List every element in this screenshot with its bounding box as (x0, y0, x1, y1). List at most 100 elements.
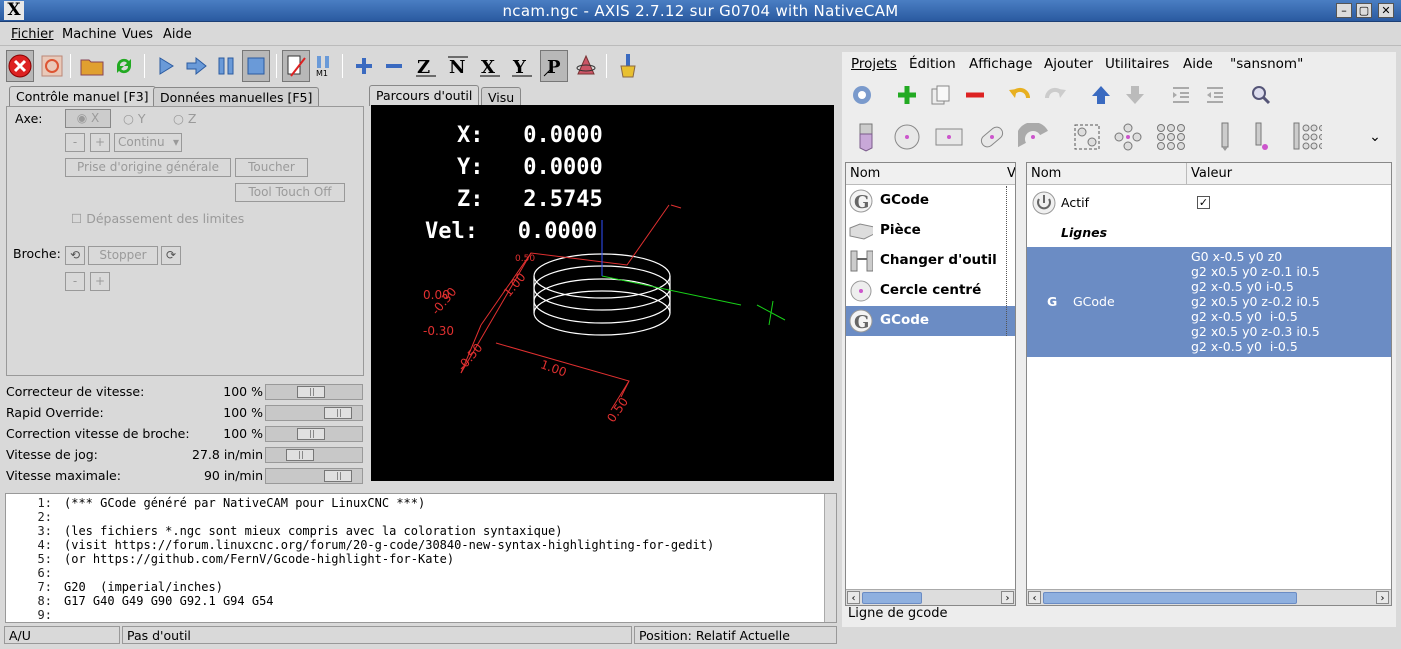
menu-machine[interactable]: Machine (62, 27, 116, 42)
props-header-value[interactable]: Valeur (1187, 163, 1391, 185)
jog-plus-button[interactable]: + (90, 133, 110, 152)
tree-item-piece[interactable]: Pièce (846, 216, 1015, 246)
axis-x-radio[interactable]: ◉ X (65, 109, 111, 128)
spindle-plus-button[interactable]: + (90, 272, 110, 291)
power-button[interactable] (38, 50, 66, 82)
close-button[interactable]: ✕ (1378, 3, 1394, 18)
drill-point-button[interactable] (1246, 122, 1276, 152)
spindle-minus-button[interactable]: - (65, 272, 85, 291)
jog-mode-select[interactable]: Continu ▾ (114, 133, 182, 152)
tree-item-tool-change[interactable]: Changer d'outil (846, 246, 1015, 276)
delete-button[interactable] (960, 80, 990, 110)
gcode-text-area[interactable]: 1: (*** GCode généré par NativeCAM pour L… (5, 493, 837, 623)
pause-button[interactable] (212, 50, 240, 82)
ncam-menu-projets[interactable]: Projets (851, 56, 897, 72)
slider-knob[interactable] (297, 386, 325, 398)
grid-pattern-button[interactable] (1156, 122, 1186, 152)
properties-table[interactable]: Nom Valeur Actif ✓ Lignes G GCode G0 x-0… (1026, 162, 1392, 606)
estop-button[interactable] (6, 50, 34, 82)
override-slider[interactable] (265, 468, 363, 484)
redo-button[interactable] (1040, 80, 1070, 110)
tree-header-v[interactable]: V (1006, 163, 1015, 185)
override-slider[interactable] (265, 405, 363, 421)
slider-knob[interactable] (324, 470, 352, 482)
tree-item-gcode[interactable]: G GCode (846, 186, 1015, 216)
menu-fichier[interactable]: Fichier (11, 27, 54, 42)
props-hscroll[interactable]: ‹ › (1027, 589, 1391, 605)
tab-manual-control[interactable]: Contrôle manuel [F3] (9, 86, 156, 107)
slot-button[interactable] (977, 122, 1007, 152)
view-z2-button[interactable]: N (444, 50, 472, 82)
ncam-menu-ajouter[interactable]: Ajouter (1044, 56, 1093, 72)
spindle-ccw-button[interactable]: ⟲ (65, 246, 85, 265)
drill-button[interactable] (1210, 122, 1240, 152)
unindent-button[interactable] (1200, 80, 1230, 110)
slider-knob[interactable] (286, 449, 314, 461)
tree-item-gcode-selected[interactable]: G GCode (846, 306, 1015, 336)
override-slider[interactable] (265, 384, 363, 400)
axis-z-radio[interactable]: ○ Z (173, 111, 196, 126)
tool-touch-off-button[interactable]: Tool Touch Off (235, 183, 345, 202)
actif-checkbox[interactable]: ✓ (1197, 196, 1210, 209)
view-z-button[interactable]: Z (412, 50, 440, 82)
rectangle-button[interactable] (934, 122, 964, 152)
circle-button[interactable] (892, 122, 922, 152)
menu-vues[interactable]: Vues (122, 27, 153, 42)
arc-button[interactable] (1018, 122, 1048, 152)
minimize-button[interactable]: – (1336, 3, 1352, 18)
undo-button[interactable] (1005, 80, 1035, 110)
zoom-out-button[interactable] (380, 50, 408, 82)
optional-stop-button[interactable]: M1 (310, 50, 338, 82)
ncam-menu-utilitaires[interactable]: Utilitaires (1105, 56, 1169, 72)
spindle-cw-button[interactable]: ⟳ (161, 246, 181, 265)
jog-minus-button[interactable]: - (65, 133, 85, 152)
spindle-stop-button[interactable]: Stopper (88, 246, 158, 265)
tool-button[interactable] (851, 122, 881, 152)
block-delete-button[interactable] (282, 50, 310, 82)
toolpath-preview[interactable]: X: 0.0000 Y: 0.0000 Z: 2.5745 Vel: 0.000… (371, 105, 834, 481)
tab-visu[interactable]: Visu (481, 87, 522, 107)
move-up-button[interactable] (1086, 80, 1116, 110)
view-x-button[interactable]: X (476, 50, 504, 82)
drill-matrix-button[interactable] (1292, 122, 1322, 152)
more-tools-button[interactable]: ⌄ (1360, 122, 1390, 152)
clear-plot-button[interactable] (614, 50, 642, 82)
step-button[interactable] (182, 50, 210, 82)
tree-hscroll-thumb[interactable] (862, 592, 922, 604)
ncam-menu-aide[interactable]: Aide (1183, 56, 1213, 72)
tree-hscroll[interactable]: ‹ › (846, 589, 1015, 605)
props-header-name[interactable]: Nom (1027, 163, 1187, 185)
tab-mdi[interactable]: Données manuelles [F5] (153, 87, 320, 107)
slider-knob[interactable] (324, 407, 352, 419)
home-all-button[interactable]: Prise d'origine générale (65, 158, 231, 177)
scroll-left-icon[interactable]: ‹ (1028, 591, 1041, 604)
zoom-in-button[interactable] (350, 50, 378, 82)
run-button[interactable] (152, 50, 180, 82)
ncam-menu-edition[interactable]: Édition (909, 56, 956, 72)
scroll-right-icon[interactable]: › (1376, 591, 1389, 604)
maximize-button[interactable]: ▢ (1356, 3, 1372, 18)
ncam-menu-affichage[interactable]: Affichage (969, 56, 1032, 72)
props-hscroll-thumb[interactable] (1043, 592, 1297, 604)
tab-toolpath[interactable]: Parcours d'outil (369, 85, 480, 106)
gcode-scrollbar[interactable] (824, 494, 836, 622)
tree-item-circle[interactable]: Cercle centré (846, 276, 1015, 306)
project-tree[interactable]: Nom V G GCode Pièce Changer d'outil Cercl… (845, 162, 1016, 606)
duplicate-button[interactable] (926, 80, 956, 110)
prop-gcode-row[interactable]: G GCode G0 x-0.5 y0 z0 g2 x0.5 y0 z-0.1 i… (1027, 247, 1391, 357)
open-file-button[interactable] (78, 50, 106, 82)
tree-header-name[interactable]: Nom (846, 163, 1006, 185)
axis-y-radio[interactable]: ○ Y (123, 111, 146, 126)
indent-button[interactable] (1166, 80, 1196, 110)
move-down-button[interactable] (1120, 80, 1150, 110)
override-slider[interactable] (265, 426, 363, 442)
reload-button[interactable] (110, 50, 138, 82)
override-slider[interactable] (265, 447, 363, 463)
scroll-left-icon[interactable]: ‹ (847, 591, 860, 604)
add-button[interactable] (892, 80, 922, 110)
override-limits-checkbox[interactable]: ☐ Dépassement des limites (71, 211, 244, 226)
settings-button[interactable] (847, 80, 877, 110)
slider-knob[interactable] (297, 428, 325, 440)
drill-pattern-button[interactable] (1072, 122, 1102, 152)
rotate-view-button[interactable] (572, 50, 600, 82)
